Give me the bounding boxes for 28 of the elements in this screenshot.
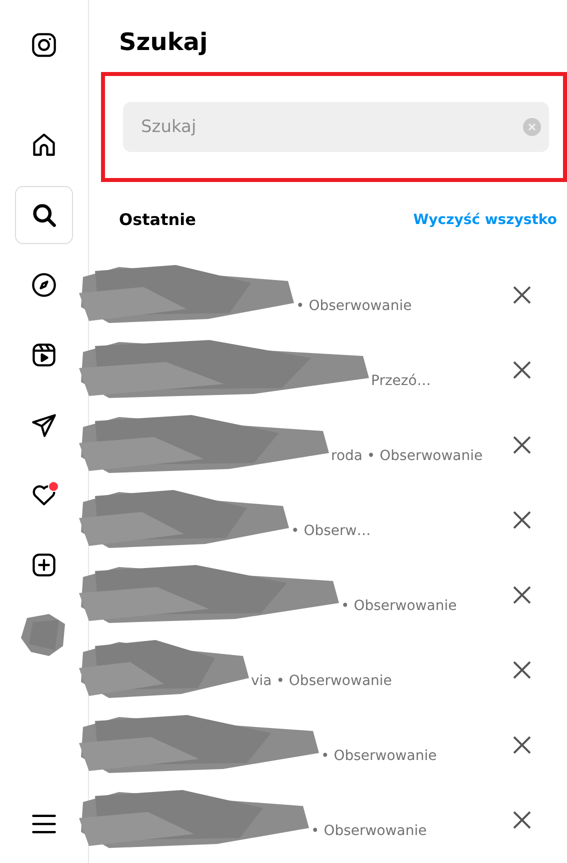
close-icon <box>513 660 531 678</box>
compass-icon <box>31 272 57 298</box>
search-icon <box>31 202 57 228</box>
plus-icon <box>31 552 57 578</box>
section-heading: Ostatnie <box>119 210 196 229</box>
follow-status: via • Obserwowanie <box>251 672 392 688</box>
close-icon <box>513 736 531 754</box>
follow-status: • Obserwowanie <box>321 748 437 764</box>
panel-title: Szukaj <box>119 28 209 56</box>
close-icon <box>513 436 531 454</box>
reels-icon <box>31 342 57 368</box>
follow-status: • Obserwowanie <box>311 822 427 838</box>
follow-status: Przezó… <box>371 372 431 388</box>
search-field[interactable]: Szukaj <box>123 102 549 152</box>
follow-status: roda • Obserwowanie <box>331 448 483 464</box>
close-icon <box>513 286 531 304</box>
follow-status: • Obserwowanie <box>296 298 412 314</box>
send-icon <box>31 412 57 438</box>
close-icon <box>513 510 531 528</box>
close-icon <box>513 810 531 828</box>
close-icon <box>513 586 531 604</box>
clear-all-link[interactable]: Wyczyść wszystko <box>413 212 557 228</box>
home-icon <box>31 132 57 158</box>
follow-status: • Obserwowanie <box>341 598 457 614</box>
follow-status: • Obserw… <box>291 522 371 538</box>
close-icon <box>513 360 531 378</box>
camera-logo-icon <box>31 32 57 58</box>
nav-item[interactable] <box>15 186 73 244</box>
